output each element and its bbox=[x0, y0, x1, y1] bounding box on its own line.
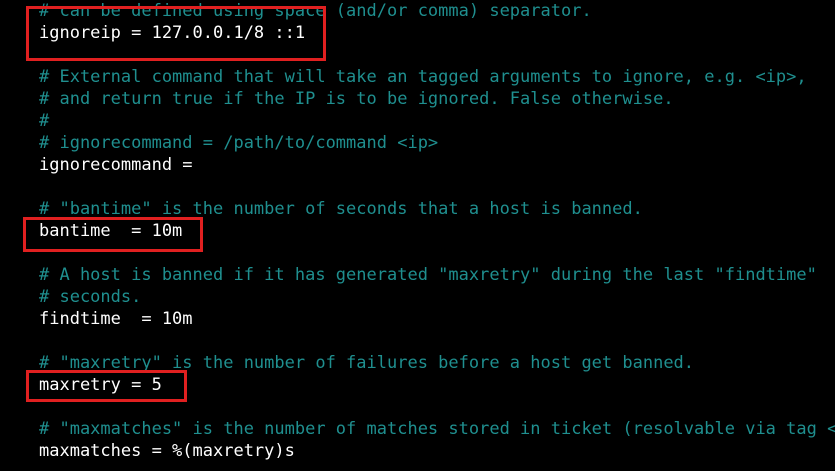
ignorecommand-setting: ignorecommand = bbox=[39, 155, 193, 175]
comment-external-command: # External command that will take an tag… bbox=[39, 67, 807, 87]
comment-hash: # bbox=[39, 111, 50, 131]
findtime-setting: findtime = 10m bbox=[39, 309, 193, 329]
comment-seconds: # seconds. bbox=[39, 287, 142, 307]
comment-ignorecommand-example: # ignorecommand = /path/to/command <ip> bbox=[39, 133, 439, 153]
highlight-box-ignoreip bbox=[26, 6, 326, 61]
comment-host-banned: # A host is banned if it has generated "… bbox=[39, 265, 817, 285]
maxmatches-setting: maxmatches = %(maxretry)s bbox=[39, 441, 295, 461]
comment-return-true: # and return true if the IP is to be ign… bbox=[39, 89, 674, 109]
highlight-box-bantime bbox=[23, 217, 203, 252]
text-editor-view[interactable]: # can be defined using space (and/or com… bbox=[0, 0, 835, 471]
highlight-box-maxretry bbox=[26, 370, 187, 402]
comment-maxmatches: # "maxmatches" is the number of matches … bbox=[39, 419, 835, 439]
